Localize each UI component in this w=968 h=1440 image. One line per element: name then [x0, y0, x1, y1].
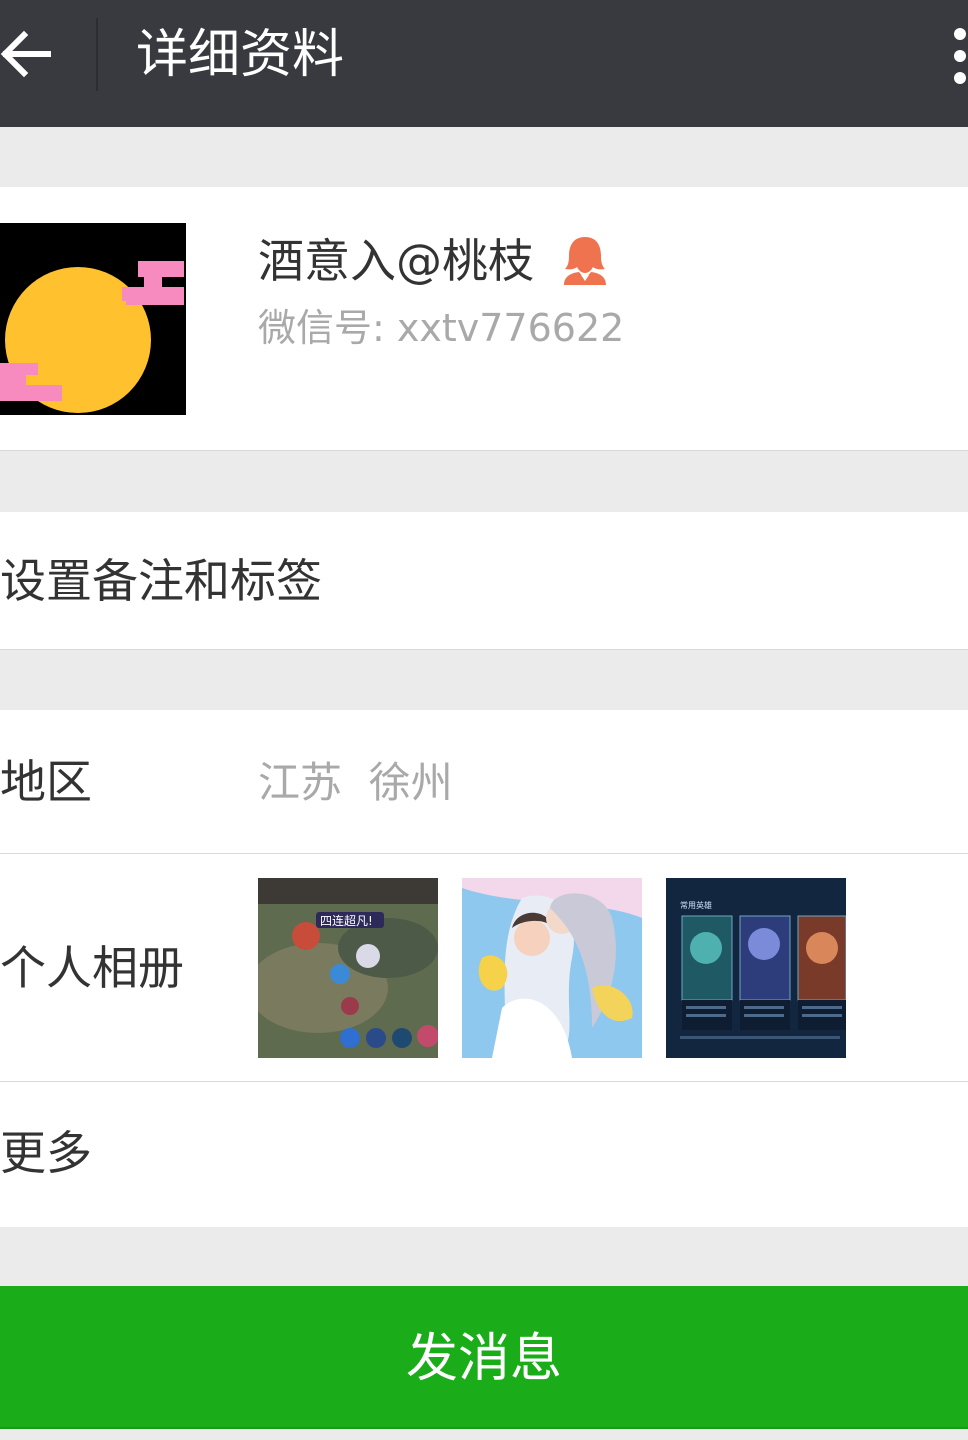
wechat-id: 微信号: xxtv776622 [258, 306, 625, 350]
album-row[interactable]: 个人相册 四连超凡! 常用英雄 [0, 854, 968, 1082]
region-value: 江苏 徐州 [258, 758, 453, 807]
back-button[interactable] [0, 22, 60, 86]
arrow-left-icon [0, 30, 51, 78]
set-remark-row[interactable]: 设置备注和标签 [0, 512, 968, 650]
more-vertical-icon [954, 28, 966, 84]
topbar-divider [96, 18, 98, 91]
female-user-icon [562, 235, 608, 285]
album-thumbnail-3[interactable]: 常用英雄 [666, 878, 846, 1058]
profile-card: 酒意入@桃枝 微信号: xxtv776622 [0, 187, 968, 451]
avatar-moon-image [0, 223, 186, 415]
send-message-label: 发消息 [405, 1329, 562, 1389]
avatar[interactable] [0, 223, 186, 415]
nickname: 酒意入@桃枝 [258, 234, 534, 288]
region-label: 地区 [0, 755, 92, 809]
more-row[interactable]: 更多 [0, 1082, 968, 1227]
album-label: 个人相册 [0, 941, 184, 995]
page-title: 详细资料 [136, 25, 345, 85]
info-section: 地区 江苏 徐州 个人相册 四连超凡! 常用英雄 更多 [0, 710, 968, 1227]
more-menu-button[interactable] [946, 20, 968, 92]
region-row: 地区 江苏 徐州 [0, 710, 968, 854]
thumbnail-caption: 四连超凡! [320, 913, 373, 928]
album-thumbnail-2[interactable] [462, 878, 642, 1058]
thumbnail-caption: 常用英雄 [680, 900, 712, 910]
album-thumbnail-1[interactable]: 四连超凡! [258, 878, 438, 1058]
set-remark-label: 设置备注和标签 [0, 554, 322, 608]
more-label: 更多 [0, 1126, 92, 1180]
top-bar: 详细资料 [0, 0, 968, 127]
send-message-button[interactable]: 发消息 [0, 1286, 968, 1429]
